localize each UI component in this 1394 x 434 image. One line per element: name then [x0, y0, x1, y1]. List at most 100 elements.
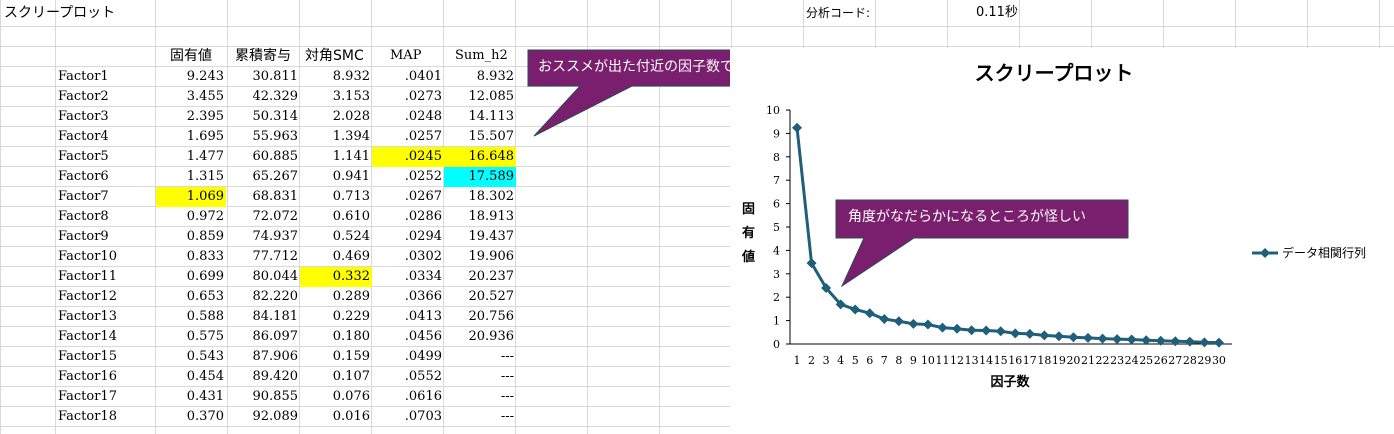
value-cell-cum[interactable]: 87.906: [228, 347, 300, 367]
value-cell-eig[interactable]: 0.972: [156, 207, 226, 227]
value-cell-eig[interactable]: 1.477: [156, 147, 226, 167]
value-cell-cum[interactable]: 60.885: [228, 147, 300, 167]
analysis-code-label[interactable]: 分析コード:: [806, 3, 870, 23]
value-cell-map[interactable]: .0616: [372, 387, 444, 407]
value-cell-eig[interactable]: 0.454: [156, 367, 226, 387]
value-cell-h2[interactable]: 12.085: [444, 87, 516, 107]
value-cell-h2[interactable]: ---: [444, 407, 516, 427]
factor-name-cell[interactable]: Factor8: [58, 207, 153, 227]
value-cell-eig[interactable]: 0.575: [156, 327, 226, 347]
value-cell-eig[interactable]: 0.431: [156, 387, 226, 407]
value-cell-h2[interactable]: 20.756: [444, 307, 516, 327]
value-cell-smc[interactable]: 0.713: [300, 187, 372, 207]
value-cell-cum[interactable]: 50.314: [228, 107, 300, 127]
value-cell-smc[interactable]: 1.394: [300, 127, 372, 147]
value-cell-cum[interactable]: 74.937: [228, 227, 300, 247]
value-cell-cum[interactable]: 84.181: [228, 307, 300, 327]
value-cell-map[interactable]: .0273: [372, 87, 444, 107]
value-cell-h2[interactable]: 20.936: [444, 327, 516, 347]
value-cell-cum[interactable]: 77.712: [228, 247, 300, 267]
value-cell-smc[interactable]: 0.159: [300, 347, 372, 367]
value-cell-eig[interactable]: 3.455: [156, 87, 226, 107]
value-cell-map[interactable]: .0294: [372, 227, 444, 247]
value-cell-h2[interactable]: 14.113: [444, 107, 516, 127]
header-sum-h2[interactable]: Sum_h2: [455, 46, 508, 66]
value-cell-h2[interactable]: 19.437: [444, 227, 516, 247]
factor-name-cell[interactable]: Factor18: [58, 407, 153, 427]
value-cell-eig[interactable]: 0.588: [156, 307, 226, 327]
factor-name-cell[interactable]: Factor10: [58, 247, 153, 267]
factor-name-cell[interactable]: Factor17: [58, 387, 153, 407]
value-cell-eig[interactable]: 0.543: [156, 347, 226, 367]
value-cell-h2[interactable]: 17.589: [444, 167, 516, 187]
header-eigenvalue[interactable]: 固有値: [170, 46, 212, 66]
value-cell-h2[interactable]: ---: [444, 367, 516, 387]
value-cell-eig[interactable]: 0.833: [156, 247, 226, 267]
value-cell-cum[interactable]: 68.831: [228, 187, 300, 207]
value-cell-h2[interactable]: 16.648: [444, 147, 516, 167]
value-cell-h2[interactable]: 18.913: [444, 207, 516, 227]
value-cell-cum[interactable]: 86.097: [228, 327, 300, 347]
factor-name-cell[interactable]: Factor2: [58, 87, 153, 107]
value-cell-eig[interactable]: 0.370: [156, 407, 226, 427]
value-cell-smc[interactable]: 0.076: [300, 387, 372, 407]
value-cell-smc[interactable]: 0.941: [300, 167, 372, 187]
value-cell-h2[interactable]: ---: [444, 387, 516, 407]
value-cell-map[interactable]: .0245: [372, 147, 444, 167]
header-cumulative[interactable]: 累積寄与: [235, 46, 291, 66]
value-cell-cum[interactable]: 65.267: [228, 167, 300, 187]
value-cell-h2[interactable]: 15.507: [444, 127, 516, 147]
value-cell-eig[interactable]: 2.395: [156, 107, 226, 127]
value-cell-map[interactable]: .0252: [372, 167, 444, 187]
value-cell-h2[interactable]: 19.906: [444, 247, 516, 267]
value-cell-smc[interactable]: 0.229: [300, 307, 372, 327]
factor-name-cell[interactable]: Factor1: [58, 67, 153, 87]
value-cell-map[interactable]: .0413: [372, 307, 444, 327]
value-cell-eig[interactable]: 1.695: [156, 127, 226, 147]
factor-name-cell[interactable]: Factor16: [58, 367, 153, 387]
value-cell-smc[interactable]: 0.016: [300, 407, 372, 427]
factor-name-cell[interactable]: Factor7: [58, 187, 153, 207]
value-cell-cum[interactable]: 90.855: [228, 387, 300, 407]
value-cell-smc[interactable]: 0.610: [300, 207, 372, 227]
value-cell-smc[interactable]: 0.332: [300, 267, 372, 287]
value-cell-eig[interactable]: 0.653: [156, 287, 226, 307]
value-cell-map[interactable]: .0366: [372, 287, 444, 307]
value-cell-cum[interactable]: 80.044: [228, 267, 300, 287]
factor-name-cell[interactable]: Factor4: [58, 127, 153, 147]
value-cell-smc[interactable]: 3.153: [300, 87, 372, 107]
value-cell-map[interactable]: .0552: [372, 367, 444, 387]
value-cell-eig[interactable]: 1.315: [156, 167, 226, 187]
value-cell-h2[interactable]: 18.302: [444, 187, 516, 207]
value-cell-eig[interactable]: 9.243: [156, 67, 226, 87]
value-cell-cum[interactable]: 30.811: [228, 67, 300, 87]
factor-name-cell[interactable]: Factor9: [58, 227, 153, 247]
value-cell-cum[interactable]: 89.420: [228, 367, 300, 387]
value-cell-map[interactable]: .0248: [372, 107, 444, 127]
header-map[interactable]: MAP: [390, 46, 421, 66]
value-cell-h2[interactable]: 8.932: [444, 67, 516, 87]
value-cell-map[interactable]: .0302: [372, 247, 444, 267]
value-cell-smc[interactable]: 8.932: [300, 67, 372, 87]
value-cell-cum[interactable]: 42.329: [228, 87, 300, 107]
sheet-title-cell[interactable]: スクリープロット: [4, 3, 115, 23]
value-cell-smc[interactable]: 0.107: [300, 367, 372, 387]
value-cell-smc[interactable]: 0.180: [300, 327, 372, 347]
value-cell-cum[interactable]: 92.089: [228, 407, 300, 427]
value-cell-h2[interactable]: ---: [444, 347, 516, 367]
value-cell-h2[interactable]: 20.527: [444, 287, 516, 307]
factor-name-cell[interactable]: Factor5: [58, 147, 153, 167]
value-cell-map[interactable]: .0703: [372, 407, 444, 427]
value-cell-cum[interactable]: 82.220: [228, 287, 300, 307]
value-cell-eig[interactable]: 1.069: [156, 187, 226, 207]
value-cell-map[interactable]: .0499: [372, 347, 444, 367]
factor-name-cell[interactable]: Factor13: [58, 307, 153, 327]
value-cell-map[interactable]: .0334: [372, 267, 444, 287]
header-diag-smc[interactable]: 対角SMC: [305, 46, 364, 66]
value-cell-map[interactable]: .0456: [372, 327, 444, 347]
value-cell-map[interactable]: .0267: [372, 187, 444, 207]
value-cell-smc[interactable]: 0.524: [300, 227, 372, 247]
value-cell-map[interactable]: .0401: [372, 67, 444, 87]
factor-name-cell[interactable]: Factor6: [58, 167, 153, 187]
value-cell-smc[interactable]: 0.289: [300, 287, 372, 307]
